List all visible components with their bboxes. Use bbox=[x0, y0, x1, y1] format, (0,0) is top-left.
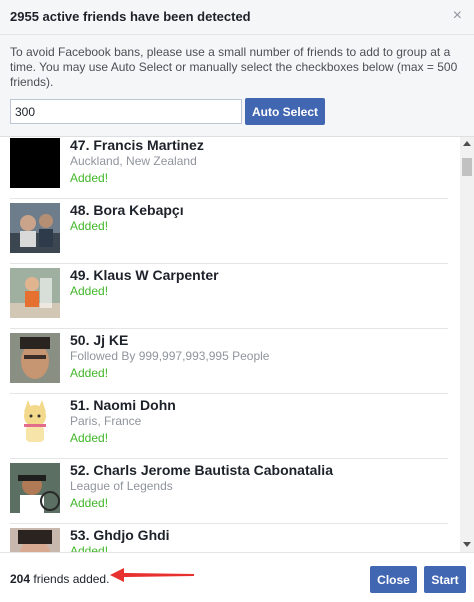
list-item: 49. Klaus W Carpenter Added! bbox=[10, 264, 448, 329]
friend-name: 52. Charls Jerome Bautista Cabonatalia bbox=[70, 462, 333, 478]
added-status: Added! bbox=[70, 171, 109, 185]
added-status: Added! bbox=[70, 284, 109, 298]
avatar bbox=[10, 528, 60, 552]
avatar bbox=[10, 268, 60, 318]
intro-panel: To avoid Facebook bans, please use a sma… bbox=[0, 35, 474, 136]
auto-select-button[interactable]: Auto Select bbox=[245, 98, 325, 125]
avatar bbox=[10, 463, 60, 513]
friend-name: 49. Klaus W Carpenter bbox=[70, 267, 219, 283]
dialog-header: 2955 active friends have been detected × bbox=[0, 0, 474, 35]
friend-subtitle: Paris, France bbox=[70, 414, 142, 428]
friend-name: 47. Francis Martinez bbox=[70, 137, 204, 153]
friend-name: 48. Bora Kebapçı bbox=[70, 202, 184, 218]
added-count-label: friends added. bbox=[30, 572, 110, 586]
list-scrollbar[interactable] bbox=[460, 137, 474, 552]
list-item: 48. Bora Kebapçı Added! bbox=[10, 199, 448, 264]
friend-name: 51. Naomi Dohn bbox=[70, 397, 176, 413]
added-status: Added! bbox=[70, 366, 109, 380]
friend-count-input[interactable] bbox=[10, 99, 242, 124]
added-count-number: 204 bbox=[10, 572, 31, 586]
list-item: 50. Jj KE Followed By 999,997,993,995 Pe… bbox=[10, 329, 448, 394]
avatar bbox=[10, 398, 60, 448]
friend-subtitle: Auckland, New Zealand bbox=[70, 154, 197, 168]
avatar bbox=[10, 138, 60, 188]
scroll-down-icon[interactable] bbox=[463, 542, 471, 547]
added-status: Added! bbox=[70, 496, 109, 510]
dialog-title: 2955 active friends have been detected bbox=[10, 9, 251, 24]
friend-name: 53. Ghdjo Ghdi bbox=[70, 527, 170, 543]
added-status: Added! bbox=[70, 431, 109, 445]
close-button[interactable]: Close bbox=[370, 566, 417, 593]
scroll-up-icon[interactable] bbox=[463, 141, 471, 146]
friend-subtitle: Followed By 999,997,993,995 People bbox=[70, 349, 270, 363]
friends-list[interactable]: 47. Francis Martinez Auckland, New Zeala… bbox=[0, 136, 474, 552]
list-item: 47. Francis Martinez Auckland, New Zeala… bbox=[10, 137, 448, 199]
added-status: Added! bbox=[70, 219, 109, 233]
avatar bbox=[10, 333, 60, 383]
friends-added-count: 204 friends added. bbox=[10, 572, 109, 586]
list-item: 53. Ghdjo Ghdi Added! bbox=[10, 524, 448, 552]
list-item: 51. Naomi Dohn Paris, France Added! bbox=[10, 394, 448, 459]
friend-name: 50. Jj KE bbox=[70, 332, 129, 348]
friend-subtitle: League of Legends bbox=[70, 479, 173, 493]
dialog-footer: 204 friends added. Close Start bbox=[0, 552, 474, 602]
list-item: 52. Charls Jerome Bautista Cabonatalia L… bbox=[10, 459, 448, 524]
friends-dialog: 2955 active friends have been detected ×… bbox=[0, 0, 474, 602]
avatar bbox=[10, 203, 60, 253]
intro-text: To avoid Facebook bans, please use a sma… bbox=[10, 45, 458, 89]
scroll-thumb[interactable] bbox=[462, 158, 472, 176]
arrow-left-icon bbox=[110, 568, 194, 582]
start-button[interactable]: Start bbox=[424, 566, 466, 593]
close-icon[interactable]: × bbox=[453, 7, 462, 25]
added-status: Added! bbox=[70, 544, 109, 552]
